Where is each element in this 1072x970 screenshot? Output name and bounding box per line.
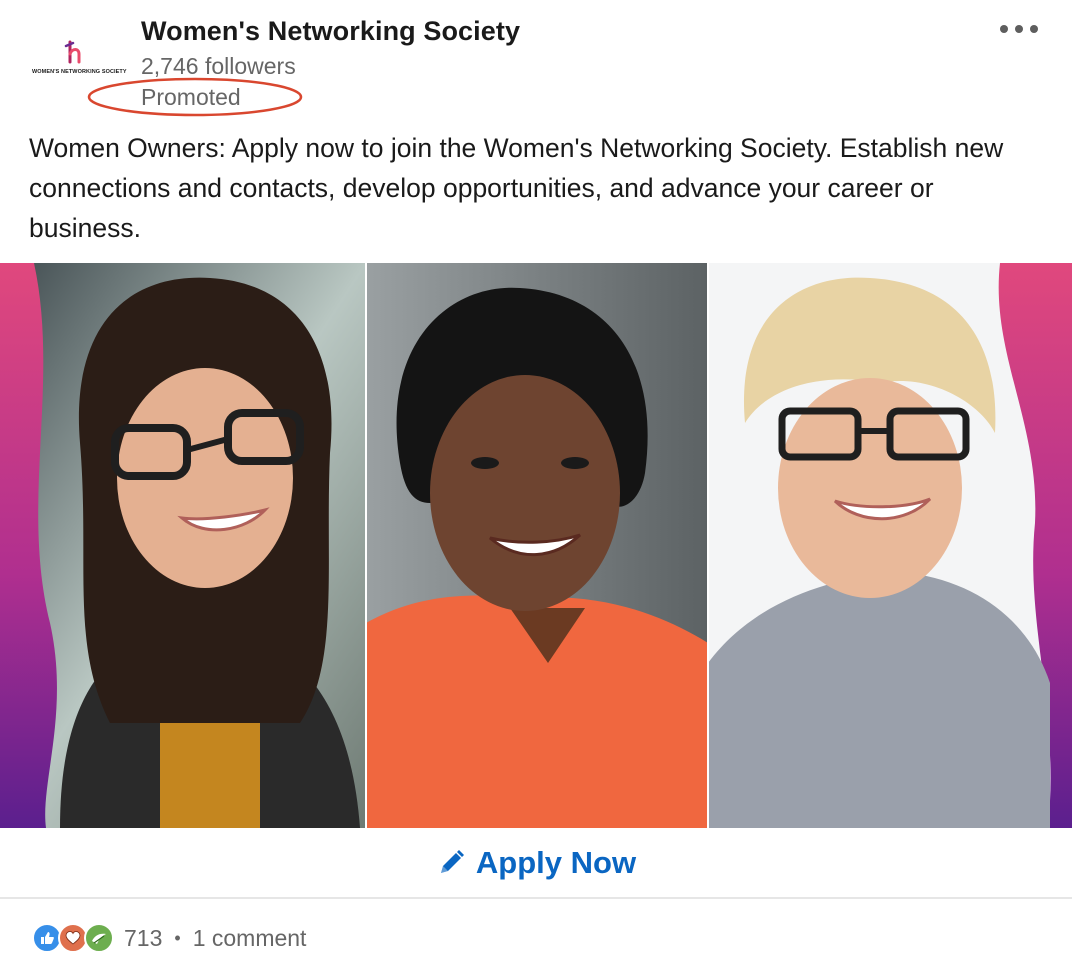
separator-dot: • [174, 927, 181, 948]
more-dot-icon [1030, 25, 1038, 33]
ad-image[interactable] [0, 263, 1072, 828]
more-dot-icon [1015, 25, 1023, 33]
apply-now-button[interactable]: Apply Now [0, 828, 1072, 898]
pencil-icon [440, 850, 464, 873]
apply-now-label: Apply Now [475, 845, 637, 880]
post-header: WOMEN'S NETWORKING SOCIETY Women's Netwo… [0, 0, 1072, 120]
support-icon [84, 923, 114, 953]
company-name-link[interactable]: Women's Networking Society [141, 16, 520, 47]
post-body-text: Women Owners: Apply now to join the Wome… [29, 133, 1004, 243]
reactions-summary[interactable] [32, 923, 114, 953]
logo-wordmark: WOMEN'S NETWORKING SOCIETY [32, 69, 127, 75]
logo-mark-icon [64, 40, 81, 64]
comment-count-link[interactable]: 1 comment [193, 925, 307, 952]
more-options-button[interactable] [996, 20, 1042, 38]
annotation-circle [87, 77, 303, 117]
ad-image-artwork [0, 263, 1072, 828]
promoted-post-card: WOMEN'S NETWORKING SOCIETY Women's Netwo… [0, 0, 1072, 970]
cta-divider [0, 897, 1072, 899]
more-dot-icon [1000, 25, 1008, 33]
social-counts: 713 • 1 comment [32, 920, 306, 956]
reaction-count[interactable]: 713 [124, 925, 162, 952]
